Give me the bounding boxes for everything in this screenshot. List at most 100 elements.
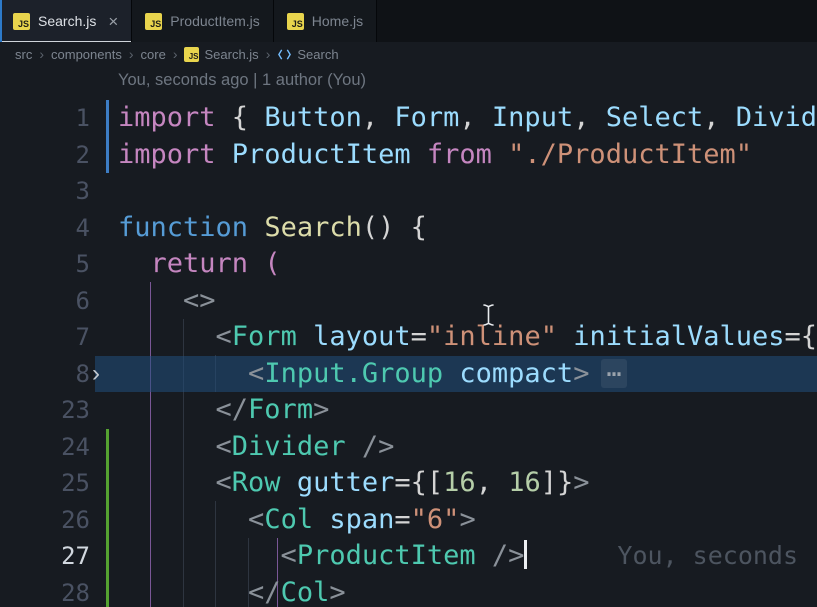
text-cursor (524, 539, 528, 569)
token: import (118, 138, 232, 170)
breadcrumb-item-core[interactable]: core (141, 47, 166, 62)
code-line-25: 25 <Row gutter={[16, 16]}> (0, 465, 817, 502)
line-number: 2 (75, 140, 90, 169)
line-number: 25 (61, 469, 90, 497)
gutter (90, 538, 118, 575)
folded-region-badge[interactable]: ⋯ (601, 358, 627, 388)
token: > (459, 503, 476, 535)
gutter (90, 210, 118, 247)
token: gutter (296, 467, 395, 498)
code-line-content[interactable]: <Input.Group compact> ⋯ (118, 356, 817, 393)
token: , (703, 102, 736, 133)
token: Form (394, 102, 460, 133)
code-editor[interactable]: 1 import { Button, Form, Input, Select, D… (0, 100, 817, 607)
gutter (90, 574, 118, 607)
token: , (459, 102, 492, 133)
token: = (394, 503, 411, 535)
breadcrumb: src › components › core › JS Search.js › Search (0, 42, 817, 66)
git-added-indicator (106, 465, 109, 502)
code-line-content[interactable]: <Col span="6"> (118, 502, 817, 539)
tab-productitem-js[interactable]: JS ProductItem.js (132, 0, 274, 42)
line-number: 3 (75, 177, 90, 205)
breadcrumb-item-search[interactable]: Search (277, 46, 339, 62)
token: > (573, 467, 590, 498)
code-line-content[interactable]: <> (118, 283, 817, 320)
gutter (90, 319, 118, 356)
tab-home-js[interactable]: JS Home.js (273, 0, 378, 42)
tab-label: Home.js (311, 13, 364, 29)
breadcrumb-label: components (51, 46, 122, 62)
token: ={[ (394, 467, 444, 498)
code-line-content[interactable]: </Form> (118, 392, 817, 429)
code-line-content[interactable]: <Form layout="inline" initialValues={ (118, 319, 817, 356)
line-number: 6 (75, 286, 90, 315)
gutter (90, 465, 118, 502)
token: ProductItem (231, 138, 411, 170)
code-line-content[interactable]: <Divider /> (118, 429, 817, 466)
code-line-content[interactable]: </Col> (118, 575, 817, 607)
token: , (475, 467, 509, 498)
codelens-blame[interactable]: You, seconds ago | 1 author (You) (118, 71, 366, 90)
token: Input (491, 102, 574, 133)
token: < (118, 540, 297, 571)
code-line-7: 7 <Form layout="inline" initialValues={ (0, 319, 817, 356)
gutter (90, 392, 118, 429)
breadcrumb-separator: › (128, 46, 134, 62)
code-line-content[interactable]: <Row gutter={[16, 16]}> (118, 465, 817, 502)
fold-chevron-icon[interactable]: › (92, 356, 100, 393)
js-icon: JS (13, 12, 30, 30)
line-number: 4 (75, 213, 90, 242)
window-edge-accent (0, 0, 2, 42)
gutter (90, 173, 118, 210)
js-icon: JS (145, 12, 163, 30)
tab-label: ProductItem.js (170, 13, 260, 29)
token: </ (118, 576, 281, 607)
token: = (410, 321, 427, 352)
token: Divider (231, 430, 346, 462)
token: initialValues (573, 321, 785, 352)
code-line-content[interactable] (118, 173, 817, 210)
breadcrumb-item-search-js[interactable]: JS Search.js (184, 46, 259, 62)
token: Form (248, 394, 314, 425)
token: span (329, 503, 395, 535)
token: , (573, 102, 606, 133)
code-line-28: 28 </Col> (0, 574, 817, 607)
line-number: 27 (61, 542, 90, 570)
breadcrumb-item-components[interactable]: components (51, 47, 122, 62)
breadcrumb-item-src[interactable]: src (15, 47, 32, 62)
token: Form (231, 321, 297, 352)
breadcrumb-separator: › (172, 46, 178, 62)
token: Col (280, 576, 330, 607)
code-line-3: 3 (0, 173, 817, 210)
code-line-content[interactable]: <ProductItem /> You, seconds (118, 538, 817, 575)
close-icon[interactable]: × (108, 13, 118, 30)
breadcrumb-label: Search (297, 46, 339, 62)
code-line-content[interactable]: import { Button, Form, Input, Select, Di… (118, 100, 817, 137)
code-line-4: 4 function Search() { (0, 210, 817, 247)
token: { (231, 102, 265, 133)
gutter (90, 100, 118, 137)
git-modified-indicator (106, 100, 109, 137)
token: < (118, 430, 232, 462)
token: Search (264, 211, 362, 243)
token: () { (361, 211, 427, 243)
tab-search-js[interactable]: JS Search.js × (0, 0, 133, 42)
token: ]} (540, 467, 574, 498)
breadcrumb-label: src (15, 46, 33, 62)
token: "./ProductItem" (508, 138, 752, 170)
token: Button (264, 102, 362, 133)
git-blame-annotation: You, seconds (617, 541, 799, 570)
js-icon: JS (184, 46, 200, 62)
token: > (313, 394, 330, 425)
code-line-content[interactable]: function Search() { (118, 210, 817, 247)
token: /> (475, 540, 525, 571)
line-number: 7 (75, 323, 90, 351)
token: < (118, 321, 232, 352)
token: layout (313, 321, 411, 352)
code-line-2: 2 import ProductItem from "./ProductItem" (0, 136, 817, 174)
code-line-content[interactable]: import ProductItem from "./ProductItem" (118, 137, 817, 174)
gutter (90, 428, 118, 465)
code-line-content[interactable]: return ( (118, 246, 817, 283)
